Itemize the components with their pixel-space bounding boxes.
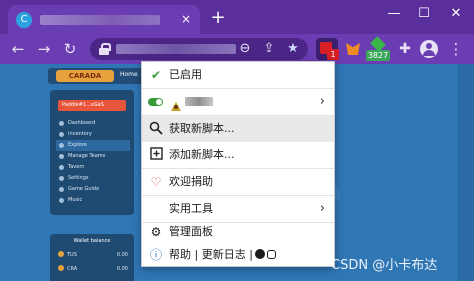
- tampermonkey-extension-button[interactable]: 1: [316, 38, 339, 60]
- tab-title-blurred: [40, 15, 160, 25]
- profile-avatar[interactable]: [420, 40, 438, 58]
- page-right-edge: [458, 64, 474, 281]
- home-link[interactable]: Home: [120, 71, 138, 78]
- menu-item-label: 添加新脚本...: [169, 148, 235, 161]
- menu-item-add-script[interactable]: 添加新脚本...: [142, 142, 334, 168]
- bookmark-star-icon[interactable]: ★: [284, 40, 302, 58]
- wallet-row: TUS 0.00: [58, 250, 128, 260]
- script-icon: [170, 96, 182, 111]
- minimize-button[interactable]: —: [382, 4, 406, 24]
- sidebar-item-settings[interactable]: Settings: [56, 173, 130, 184]
- add-box-icon: [148, 147, 164, 163]
- tab-favicon-icon: C: [16, 12, 32, 28]
- address-bar[interactable]: ⊖ ⇪ ★: [90, 38, 308, 60]
- menu-item-label: 欢迎捐助: [169, 175, 213, 188]
- sidebar-item-dashboard[interactable]: Dashboard: [56, 118, 130, 129]
- menu-item-help-footer: ⓘ 帮助 | 更新日志 |: [142, 242, 334, 268]
- tab-active[interactable]: C ×: [8, 5, 200, 34]
- wallet-coin-name: CRA: [67, 266, 78, 272]
- browser-menu-icon[interactable]: ⋮: [446, 39, 466, 59]
- wallet-amount: 0.00: [116, 266, 128, 272]
- menu-item-installed-script[interactable]: ›: [142, 89, 334, 115]
- fox-icon: [346, 43, 360, 55]
- info-icon: ⓘ: [149, 248, 162, 262]
- sidebar-item-game-guide[interactable]: Game Guide: [56, 184, 130, 195]
- new-tab-button[interactable]: +: [208, 8, 228, 28]
- checkmark-icon: ✔: [150, 68, 162, 82]
- forward-button[interactable]: →: [34, 39, 54, 59]
- back-button[interactable]: ←: [8, 39, 28, 59]
- tab-bar: C × + — ☐ ✕: [0, 0, 474, 34]
- game-header: CARADA Home: [48, 68, 148, 84]
- sidebar-item-tavern[interactable]: Tavern: [56, 162, 130, 173]
- menu-item-label: 已启用: [169, 68, 202, 81]
- reload-button[interactable]: ↻: [60, 39, 80, 59]
- menu-item-find-scripts[interactable]: 获取新脚本...: [142, 116, 334, 142]
- menu-item-enabled[interactable]: ✔ 已启用: [142, 62, 334, 88]
- close-window-button[interactable]: ✕: [444, 4, 468, 24]
- sidebar-item-manage-teams[interactable]: Manage Teams: [56, 151, 130, 162]
- tampermonkey-popup-menu: ✔ 已启用 › 获取新脚本... 添加新脚本... ♡ 欢迎捐助 实用工具 › …: [141, 61, 335, 267]
- browser-toolbar: ← → ↻ ⊖ ⇪ ★ 1 3827 ✚ ⋮: [0, 34, 474, 64]
- wallet-panel: Wallet balance TUS 0.00 CRA 0.00: [50, 234, 134, 281]
- sidebar-item-inventory[interactable]: Inventory: [56, 129, 130, 140]
- wallet-title: Wallet balance: [73, 238, 111, 244]
- csdn-watermark: CSDN @小卡布达: [331, 258, 438, 273]
- url-text-blurred: [116, 44, 236, 54]
- tab-close-icon[interactable]: ×: [178, 11, 194, 27]
- help-changelog-links[interactable]: 帮助 | 更新日志 |: [169, 242, 276, 268]
- chevron-right-icon: ›: [319, 94, 325, 109]
- lock-icon[interactable]: [98, 43, 111, 55]
- help-changelog-text[interactable]: 帮助 | 更新日志 |: [169, 248, 253, 261]
- gem-extension-button[interactable]: 3827: [366, 36, 390, 61]
- github-icon[interactable]: [254, 249, 265, 259]
- game-logo[interactable]: CARADA: [56, 70, 114, 82]
- gem-count-badge: 3827: [366, 50, 390, 61]
- sidebar-item-explore[interactable]: Explore: [56, 140, 130, 151]
- game-sidebar: Paddle#1...xGaS Dashboard Inventory Expl…: [50, 90, 134, 215]
- share-icon[interactable]: ⇪: [260, 40, 278, 58]
- extensions-puzzle-icon[interactable]: ✚: [394, 38, 416, 60]
- user-account-pill[interactable]: Paddle#1...xGaS: [58, 100, 126, 111]
- tampermonkey-badge: 1: [327, 49, 339, 60]
- menu-item-donate[interactable]: ♡ 欢迎捐助: [142, 169, 334, 195]
- coin-icon: [58, 265, 64, 271]
- maximize-button[interactable]: ☐: [412, 4, 436, 24]
- wallet-row: CRA 0.00: [58, 264, 128, 274]
- script-name-blurred: [185, 97, 213, 106]
- heart-icon: ♡: [150, 175, 162, 189]
- coin-icon: [58, 251, 64, 257]
- instagram-icon[interactable]: [266, 250, 276, 259]
- wallet-coin-name: TUS: [67, 252, 77, 258]
- script-toggle[interactable]: [148, 98, 163, 106]
- metamask-extension-button[interactable]: [342, 38, 364, 60]
- wallet-amount: 0.00: [116, 252, 128, 258]
- menu-item-label: 获取新脚本...: [169, 122, 235, 135]
- zoom-icon[interactable]: ⊖: [236, 40, 254, 58]
- search-icon: [148, 121, 164, 137]
- sidebar-item-music[interactable]: Music: [56, 195, 130, 206]
- gear-icon: ⚙: [150, 225, 162, 239]
